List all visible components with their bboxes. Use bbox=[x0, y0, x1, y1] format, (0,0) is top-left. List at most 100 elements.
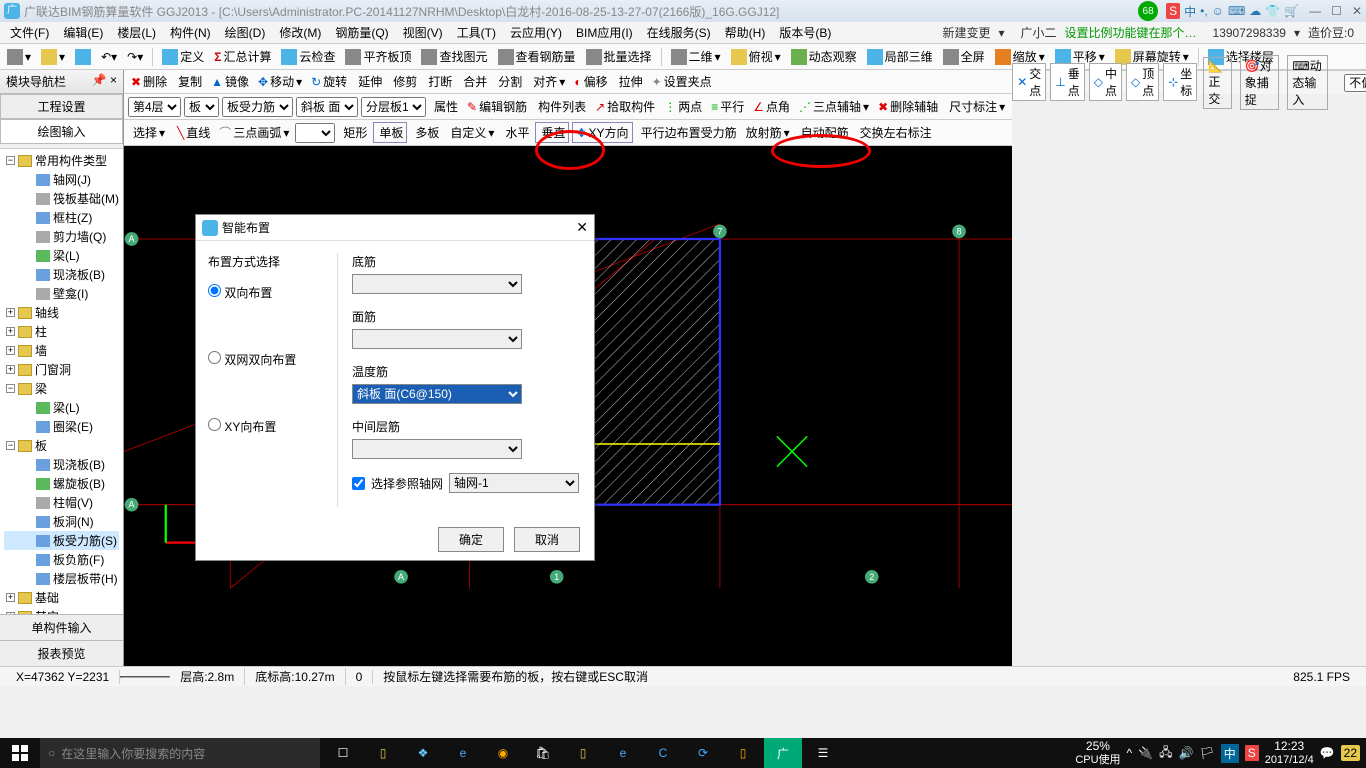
view-rebar-button[interactable]: 查看钢筋量 bbox=[495, 47, 579, 66]
line-tool[interactable]: ╲直线 bbox=[174, 123, 213, 142]
three-aux-button[interactable]: ⋰三点辅轴▾ bbox=[796, 97, 872, 116]
batch-select-button[interactable]: 批量选择 bbox=[583, 47, 655, 66]
tree-node[interactable]: 板洞(N) bbox=[4, 512, 119, 531]
redo-button[interactable]: ↷▾ bbox=[124, 49, 146, 65]
menu-draw[interactable]: 绘图(D) bbox=[219, 22, 272, 43]
notify-badge[interactable]: 68 bbox=[1138, 1, 1158, 21]
swap-dim-button[interactable]: 交换左右标注 bbox=[855, 123, 935, 142]
tree-node[interactable]: +门窗洞 bbox=[4, 360, 119, 379]
ok-button[interactable]: 确定 bbox=[438, 527, 504, 552]
dialog-close-button[interactable]: ✕ bbox=[576, 219, 588, 236]
top-view-button[interactable]: 俯视▾ bbox=[728, 47, 784, 66]
save-button[interactable] bbox=[72, 48, 94, 66]
expander-icon[interactable]: + bbox=[6, 308, 15, 317]
rect-tool[interactable]: 矩形 bbox=[338, 123, 370, 142]
app2-icon[interactable]: ◉ bbox=[484, 738, 522, 768]
taskbar[interactable]: ○在这里输入你要搜索的内容 ☐ ▯ ❖ e ◉ 🛍 ▯ e C ⟳ ▯ 广 ☰ … bbox=[0, 738, 1366, 768]
osnap-button[interactable]: 🎯对象捕捉 bbox=[1240, 55, 1280, 110]
ime-kbd[interactable]: ⌨ bbox=[1228, 4, 1245, 18]
tree-node[interactable]: 螺旋板(B) bbox=[4, 474, 119, 493]
del-aux-button[interactable]: ✖删除辅轴 bbox=[875, 97, 941, 116]
taskbar-search[interactable]: ○在这里输入你要搜索的内容 bbox=[40, 738, 320, 768]
ime-s-icon[interactable]: S bbox=[1166, 3, 1180, 19]
menu-floor[interactable]: 楼层(L) bbox=[111, 22, 162, 43]
mid-rebar-select[interactable] bbox=[352, 439, 522, 459]
align-button[interactable]: 对齐▾ bbox=[528, 72, 568, 91]
menu-rebar[interactable]: 钢筋量(Q) bbox=[329, 22, 394, 43]
tray-flag-icon[interactable]: 🏳 bbox=[1199, 746, 1214, 760]
tree-node[interactable]: 现浇板(B) bbox=[4, 265, 119, 284]
vert-button[interactable]: 垂直 bbox=[535, 122, 569, 143]
open-button[interactable]: ▾ bbox=[38, 48, 68, 66]
tray-power-icon[interactable]: 🔌 bbox=[1138, 746, 1153, 760]
menu-edit[interactable]: 编辑(E) bbox=[57, 22, 109, 43]
rebar-select[interactable]: 板受力筋 bbox=[222, 97, 293, 117]
new-button[interactable]: ▾ bbox=[4, 48, 34, 66]
trim-button[interactable]: 修剪 bbox=[388, 72, 420, 91]
tree-node[interactable]: 楼层板带(H) bbox=[4, 569, 119, 588]
dyn-input-button[interactable]: ⌨动态输入 bbox=[1287, 55, 1328, 110]
app6-icon[interactable]: ▯ bbox=[724, 738, 762, 768]
tray-ime[interactable]: S bbox=[1245, 745, 1259, 761]
tree-node[interactable]: 梁(L) bbox=[4, 398, 119, 417]
tray-notify-icon[interactable]: 💬 bbox=[1320, 746, 1335, 760]
split-select[interactable]: 分层板1 bbox=[361, 97, 426, 117]
single-board-button[interactable]: 单板 bbox=[373, 122, 407, 143]
tree-node[interactable]: +柱 bbox=[4, 322, 119, 341]
component-list-button[interactable]: 构件列表 bbox=[533, 97, 589, 116]
close-button[interactable]: ✕ bbox=[1352, 4, 1362, 18]
minimize-button[interactable]: — bbox=[1309, 4, 1321, 18]
tree-node[interactable]: 柱帽(V) bbox=[4, 493, 119, 512]
radio-double-net[interactable]: 双网双向布置 bbox=[208, 351, 327, 368]
tree-node[interactable]: 梁(L) bbox=[4, 246, 119, 265]
ref-axis-select[interactable]: 轴网-1 bbox=[449, 473, 579, 493]
snap-perpendicular[interactable]: ⊥垂点 bbox=[1050, 63, 1084, 101]
tree-node[interactable]: 框柱(Z) bbox=[4, 208, 119, 227]
start-button[interactable] bbox=[0, 738, 40, 768]
app1-icon[interactable]: ❖ bbox=[404, 738, 442, 768]
offset-button[interactable]: ◐偏移 bbox=[571, 72, 610, 91]
cancel-button[interactable]: 取消 bbox=[514, 527, 580, 552]
snap-intersection[interactable]: ✕交点 bbox=[1012, 63, 1046, 101]
app7-icon[interactable]: 广 bbox=[764, 738, 802, 768]
menu-cloud[interactable]: 云应用(Y) bbox=[504, 22, 568, 43]
orbit-button[interactable]: 动态观察 bbox=[788, 47, 860, 66]
maximize-button[interactable]: ☐ bbox=[1331, 4, 1342, 18]
tray-up-icon[interactable]: ^ bbox=[1127, 746, 1133, 760]
sum-button[interactable]: Σ汇总计算 bbox=[211, 47, 274, 66]
app4-icon[interactable]: C bbox=[644, 738, 682, 768]
parallel-button[interactable]: ≡平行 bbox=[708, 97, 747, 116]
radio-bidirectional[interactable]: 双向布置 bbox=[208, 284, 327, 301]
tree-node[interactable]: −板 bbox=[4, 436, 119, 455]
tree-node[interactable]: 板受力筋(S) bbox=[4, 531, 119, 550]
2d-button[interactable]: 二维▾ bbox=[668, 47, 724, 66]
menu-file[interactable]: 文件(F) bbox=[4, 22, 55, 43]
style-select[interactable] bbox=[295, 123, 335, 143]
temp-rebar-select[interactable]: 斜板 面(C6@150) bbox=[352, 384, 522, 404]
ime-cart[interactable]: 🛒 bbox=[1284, 4, 1299, 18]
edge-icon[interactable]: e bbox=[444, 738, 482, 768]
snap-vertex[interactable]: ◇顶点 bbox=[1126, 63, 1159, 101]
tree-node[interactable]: −梁 bbox=[4, 379, 119, 398]
ie-icon[interactable]: e bbox=[604, 738, 642, 768]
tree-node[interactable]: +基础 bbox=[4, 588, 119, 607]
cloudcheck-button[interactable]: 云检查 bbox=[278, 47, 338, 66]
ime-comma[interactable]: •, bbox=[1200, 4, 1208, 18]
component-select[interactable]: 板 bbox=[184, 97, 219, 117]
tab-project-settings[interactable]: 工程设置 bbox=[0, 94, 123, 119]
bottom-rebar-select[interactable] bbox=[352, 274, 522, 294]
menu-help[interactable]: 帮助(H) bbox=[719, 22, 772, 43]
panel-pin-icon[interactable]: 📌 × bbox=[92, 73, 117, 90]
align-top-button[interactable]: 平齐板顶 bbox=[342, 47, 414, 66]
new-change-button[interactable]: 新建变更 bbox=[942, 24, 990, 41]
phone-number[interactable]: 13907298339 bbox=[1213, 26, 1286, 40]
user-label[interactable]: 广小二 bbox=[1021, 24, 1057, 41]
attribute-button[interactable]: 属性 bbox=[429, 97, 461, 116]
xy-direction-button[interactable]: ✥XY方向 bbox=[572, 122, 632, 143]
tab-report-preview[interactable]: 报表预览 bbox=[0, 640, 123, 666]
multi-board-button[interactable]: 多板 bbox=[410, 123, 442, 142]
menu-view[interactable]: 视图(V) bbox=[397, 22, 449, 43]
ime-zhong[interactable]: 中 bbox=[1184, 3, 1196, 20]
extend-button[interactable]: 延伸 bbox=[353, 72, 385, 91]
ime-cloud[interactable]: ☁ bbox=[1249, 4, 1261, 18]
